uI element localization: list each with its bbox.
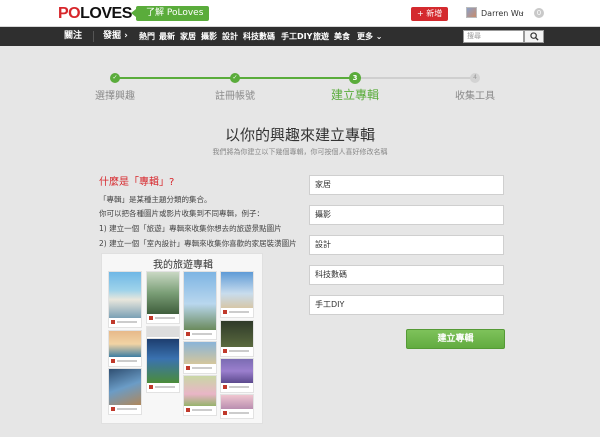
- nav-divider: [93, 31, 94, 42]
- what-is-album-heading: 什麼是「專輯」?: [99, 177, 175, 188]
- pin-card: [108, 330, 142, 367]
- step-label-choose-interests: 選擇興趣: [95, 91, 135, 102]
- travel-album-example: 我的旅遊專輯: [101, 253, 263, 424]
- pin-image: [221, 272, 253, 308]
- nav-item-diy[interactable]: 手工DIY: [281, 27, 312, 46]
- album-name-input-3[interactable]: 設計: [309, 235, 504, 255]
- album-name-input-4[interactable]: 科技數碼: [309, 265, 504, 285]
- nav-item-discover[interactable]: 發掘 ›: [103, 27, 128, 46]
- pin-image: [221, 395, 253, 409]
- album-name-input-1[interactable]: 家居: [309, 175, 504, 195]
- album-name-input-5[interactable]: 手工DIY: [309, 295, 504, 315]
- step-2-check-icon: ✓: [230, 73, 240, 83]
- pin-card: [146, 271, 180, 324]
- chevron-down-icon[interactable]: ⌄: [519, 8, 525, 16]
- pin-card: [220, 320, 254, 357]
- step-1-check-icon: ✓: [110, 73, 120, 83]
- pin-image: [147, 339, 179, 383]
- nav-bar: 關注 發掘 › 熱門 最新 家居 攝影 設計 科技數碼 手工DIY 旅遊 美食 …: [0, 27, 600, 46]
- pin-image: [147, 327, 179, 337]
- step-label-create-album: 建立專輯: [330, 88, 379, 102]
- pin-image: [147, 272, 179, 314]
- nav-item-follow[interactable]: 關注: [64, 27, 82, 46]
- info-line-3: 1) 建立一個「旅遊」專輯來收集你想去的旅遊景點圖片: [99, 224, 282, 233]
- create-album-button[interactable]: 建立專輯: [406, 329, 505, 349]
- poloves-logo[interactable]: POLOVES: [58, 5, 132, 23]
- album-name-input-2[interactable]: 攝影: [309, 205, 504, 225]
- pin-image: [109, 272, 141, 318]
- nav-item-photography[interactable]: 攝影: [201, 27, 217, 46]
- pin-card: [108, 271, 142, 328]
- step-3-indicator: 3: [349, 72, 361, 84]
- page-subtitle: 我們將為你建立以下幾個專輯，你可按個人喜好修改名稱: [212, 148, 388, 156]
- avatar[interactable]: [466, 7, 477, 18]
- pin-image: [184, 272, 216, 330]
- username[interactable]: Darren Wu: [481, 9, 524, 18]
- pin-image: [109, 369, 141, 405]
- pin-image: [109, 331, 141, 357]
- about-poloves-button[interactable]: 了解 PoLoves: [130, 6, 210, 21]
- nav-item-tech[interactable]: 科技數碼: [243, 27, 275, 46]
- nav-item-design[interactable]: 設計: [222, 27, 238, 46]
- search-icon: [530, 32, 539, 41]
- nav-item-home[interactable]: 家居: [180, 27, 196, 46]
- pin-card: [220, 358, 254, 393]
- info-line-2: 你可以把各種圖片或影片收集到不同專輯，例子：: [99, 209, 264, 218]
- pin-card: [146, 338, 180, 393]
- pin-card: [183, 375, 217, 416]
- pin-image: [184, 342, 216, 364]
- pin-card: [183, 271, 217, 340]
- info-line-4: 2) 建立一個「室內設計」專輯來收集你喜歡的家居裝潢圖片: [99, 239, 297, 248]
- nav-item-food[interactable]: 美食: [334, 27, 350, 46]
- step-label-collect-tools: 收集工具: [455, 91, 495, 102]
- nav-item-more[interactable]: 更多 ⌄: [357, 27, 383, 46]
- pin-card: [220, 271, 254, 318]
- step-label-register: 註冊帳號: [215, 91, 255, 102]
- nav-item-travel[interactable]: 旅遊: [313, 27, 329, 46]
- page-title: 以你的興趣來建立專輯: [224, 126, 375, 144]
- add-new-button[interactable]: + 新增: [411, 7, 449, 21]
- pin-card: [108, 368, 142, 415]
- nav-item-latest[interactable]: 最新: [159, 27, 175, 46]
- top-bar: POLOVES 了解 PoLoves + 新增 Darren Wu ⌄ 0: [0, 0, 600, 27]
- pin-image: [221, 321, 253, 347]
- nav-item-popular[interactable]: 熱門: [139, 27, 155, 46]
- pin-card: [220, 394, 254, 419]
- notification-badge[interactable]: 0: [534, 8, 544, 18]
- info-line-1: 「專輯」是某種主題分類的集合。: [99, 195, 212, 204]
- pin-image: [221, 359, 253, 383]
- search-button[interactable]: [524, 30, 544, 43]
- step-4-indicator: 4: [470, 73, 480, 83]
- search-input[interactable]: 搜尋: [463, 30, 524, 43]
- pin-image: [184, 376, 216, 406]
- collage-title: 我的旅遊專輯: [153, 260, 213, 271]
- pin-card: [183, 341, 217, 374]
